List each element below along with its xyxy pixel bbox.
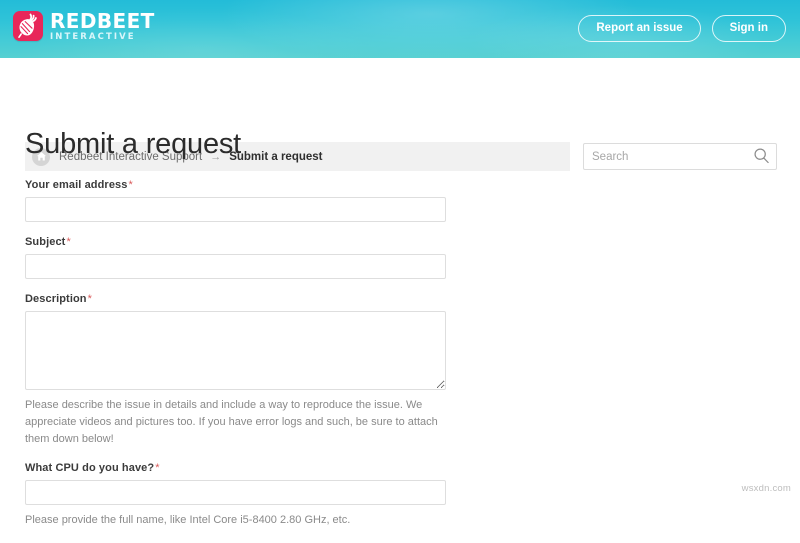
description-help-text: Please describe the issue in details and… bbox=[25, 397, 450, 448]
beet-logo-icon bbox=[13, 11, 43, 41]
subject-field-label-text: Subject bbox=[25, 236, 65, 248]
email-field[interactable] bbox=[25, 197, 446, 222]
required-marker: * bbox=[128, 179, 132, 191]
brand-name: REDBEET bbox=[50, 11, 155, 31]
site-header: REDBEET INTERACTIVE Report an issue Sign… bbox=[0, 0, 800, 58]
subject-field-label: Subject* bbox=[25, 236, 800, 248]
report-an-issue-button[interactable]: Report an issue bbox=[578, 15, 700, 42]
subnav: Redbeet Interactive Support → Submit a r… bbox=[0, 58, 800, 102]
header-actions: Report an issue Sign in bbox=[578, 15, 786, 42]
brand-logo-link[interactable]: REDBEET INTERACTIVE bbox=[13, 11, 155, 42]
email-field-label-text: Your email address bbox=[25, 179, 127, 191]
submit-request-form: Your email address* Subject* Description… bbox=[0, 161, 800, 529]
page-title: Submit a request bbox=[0, 120, 800, 161]
field-cpu: What CPU do you have?* Please provide th… bbox=[25, 462, 800, 529]
description-field-label-text: Description bbox=[25, 293, 87, 305]
sign-in-button[interactable]: Sign in bbox=[712, 15, 786, 42]
watermark: wsxdn.com bbox=[742, 483, 791, 494]
required-marker: * bbox=[66, 236, 70, 248]
main-content: Submit a request Your email address* Sub… bbox=[0, 120, 800, 543]
field-description: Description* Please describe the issue i… bbox=[25, 293, 800, 448]
brand-tagline: INTERACTIVE bbox=[50, 33, 155, 42]
cpu-field-label-text: What CPU do you have? bbox=[25, 462, 154, 474]
cpu-help-text: Please provide the full name, like Intel… bbox=[25, 512, 450, 529]
email-field-label: Your email address* bbox=[25, 179, 800, 191]
required-marker: * bbox=[155, 462, 159, 474]
description-field-label: Description* bbox=[25, 293, 800, 305]
required-marker: * bbox=[88, 293, 92, 305]
cpu-field[interactable] bbox=[25, 480, 446, 505]
description-field[interactable] bbox=[25, 311, 446, 390]
field-subject: Subject* bbox=[25, 236, 800, 279]
field-email: Your email address* bbox=[25, 179, 800, 222]
cpu-field-label: What CPU do you have?* bbox=[25, 462, 800, 474]
subject-field[interactable] bbox=[25, 254, 446, 279]
